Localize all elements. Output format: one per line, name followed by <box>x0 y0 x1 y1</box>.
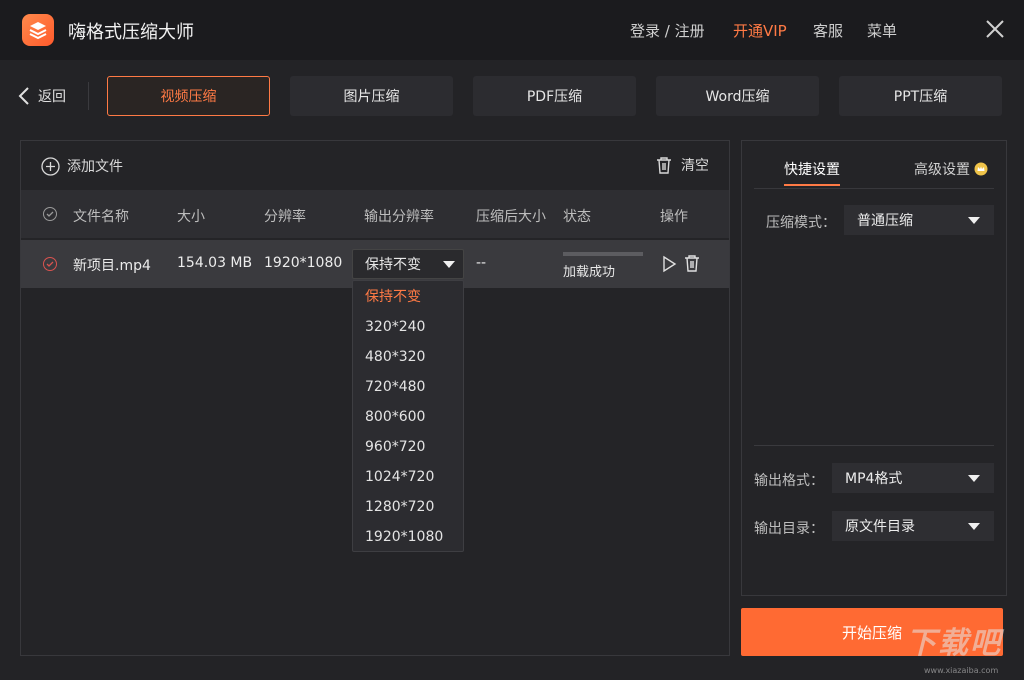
caret-down-icon <box>968 475 980 482</box>
output-format-value: MP4格式 <box>845 468 902 488</box>
resolution-option[interactable]: 1024*720 <box>353 462 463 492</box>
app-title: 嗨格式压缩大师 <box>68 18 194 44</box>
clear-label: 清空 <box>681 155 709 175</box>
resolution-option[interactable]: 1920*1080 <box>353 522 463 552</box>
vip-crown-icon <box>974 162 988 176</box>
back-label: 返回 <box>38 86 66 106</box>
resolution-option[interactable]: 480*320 <box>353 342 463 372</box>
resolution-option[interactable]: 800*600 <box>353 402 463 432</box>
vip-link[interactable]: 开通VIP <box>733 20 787 41</box>
file-size: 154.03 MB <box>177 255 252 271</box>
clear-button[interactable]: 清空 <box>655 155 709 175</box>
output-resolution-value: 保持不变 <box>365 254 421 274</box>
compress-mode-value: 普通压缩 <box>857 210 913 230</box>
tab-image-compress[interactable]: 图片压缩 <box>290 76 453 116</box>
output-dir-select[interactable]: 原文件目录 <box>832 511 994 541</box>
active-tab-underline <box>784 184 840 186</box>
output-format-label: 输出格式： <box>754 470 824 490</box>
file-list-panel: 添加文件 清空 文件名称 大小 分辨率 输出分辨率 压缩后大小 状态 操作 新项… <box>20 140 730 656</box>
resolution-dropdown-menu: 保持不变 320*240 480*320 720*480 800*600 960… <box>352 280 464 552</box>
status-text: 加载成功 <box>563 261 615 280</box>
trash-icon <box>655 156 673 175</box>
progress-bar <box>563 252 643 256</box>
tab-word-compress[interactable]: Word压缩 <box>656 76 819 116</box>
select-all-checkbox[interactable] <box>43 207 57 221</box>
tab-video-compress[interactable]: 视频压缩 <box>107 76 270 116</box>
output-resolution-select[interactable]: 保持不变 <box>352 249 464 279</box>
back-button[interactable]: 返回 <box>18 84 66 108</box>
close-icon[interactable] <box>984 18 1006 40</box>
customer-service-link[interactable]: 客服 <box>813 20 843 41</box>
table-header: 文件名称 大小 分辨率 输出分辨率 压缩后大小 状态 操作 <box>21 190 729 238</box>
compress-mode-select[interactable]: 普通压缩 <box>844 205 994 235</box>
menu-link[interactable]: 菜单 <box>867 20 897 41</box>
resolution-option[interactable]: 720*480 <box>353 372 463 402</box>
resolution-option[interactable]: 960*720 <box>353 432 463 462</box>
output-dir-value: 原文件目录 <box>845 516 915 536</box>
tab-ppt-compress[interactable]: PPT压缩 <box>839 76 1002 116</box>
compress-mode-label: 压缩模式： <box>766 212 836 232</box>
tab-quick-settings[interactable]: 快捷设置 <box>784 159 840 179</box>
column-header-status: 状态 <box>563 206 591 226</box>
caret-down-icon <box>968 523 980 530</box>
check-icon <box>46 260 54 268</box>
login-register-link[interactable]: 登录 / 注册 <box>630 20 705 41</box>
play-icon[interactable] <box>661 255 677 273</box>
resolution-option[interactable]: 1280*720 <box>353 492 463 522</box>
tab-separator <box>754 188 994 189</box>
watermark-url: www.xiazaiba.com <box>924 666 998 675</box>
file-toolbar: 添加文件 清空 <box>21 141 729 189</box>
chevron-left-icon <box>18 86 30 106</box>
add-file-label: 添加文件 <box>67 156 123 176</box>
caret-down-icon <box>443 261 455 268</box>
row-checkbox[interactable] <box>43 257 57 271</box>
column-header-resolution: 分辨率 <box>264 206 306 226</box>
section-divider <box>754 445 994 446</box>
check-icon <box>46 210 54 218</box>
column-header-output-resolution: 输出分辨率 <box>364 206 434 226</box>
output-format-select[interactable]: MP4格式 <box>832 463 994 493</box>
file-resolution: 1920*1080 <box>264 255 342 271</box>
trash-icon[interactable] <box>683 254 701 273</box>
resolution-option[interactable]: 320*240 <box>353 312 463 342</box>
column-header-name: 文件名称 <box>73 206 129 226</box>
caret-down-icon <box>968 217 980 224</box>
tab-pdf-compress[interactable]: PDF压缩 <box>473 76 636 116</box>
app-logo-icon <box>22 14 54 46</box>
file-name: 新项目.mp4 <box>73 255 151 275</box>
settings-panel: 快捷设置 高级设置 压缩模式： 普通压缩 输出格式： MP4格式 输出目录： 原… <box>741 140 1007 596</box>
add-file-button[interactable]: 添加文件 <box>41 156 123 176</box>
resolution-option[interactable]: 保持不变 <box>353 282 463 312</box>
column-header-actions: 操作 <box>660 206 688 226</box>
nav-divider <box>88 82 89 110</box>
advanced-settings-label: 高级设置 <box>914 159 970 179</box>
tab-advanced-settings[interactable]: 高级设置 <box>914 159 988 179</box>
column-header-size: 大小 <box>177 206 205 226</box>
plus-circle-icon <box>41 157 60 176</box>
output-dir-label: 输出目录： <box>754 518 824 538</box>
column-header-compressed-size: 压缩后大小 <box>476 206 546 226</box>
compressed-size: -- <box>476 255 486 271</box>
watermark: 下载吧 <box>906 618 1002 662</box>
